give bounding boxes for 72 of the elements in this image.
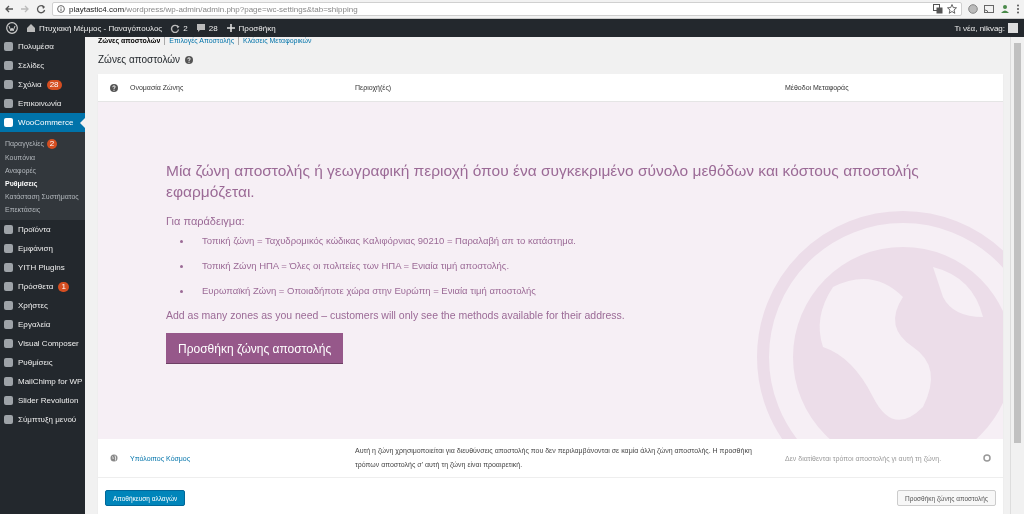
- new-content-link[interactable]: Προσθήκη: [225, 23, 276, 33]
- example-item: Ευρωπαϊκή Ζώνη = Οποιαδήποτε χώρα στην Ευρώπη = Ενιαία τιμή αποστολής: [202, 284, 536, 298]
- settings-icon[interactable]: [983, 454, 991, 462]
- square-icon: [4, 415, 13, 425]
- square-icon: [4, 99, 13, 108]
- comment-icon: [195, 23, 206, 33]
- count-badge: 2: [46, 139, 58, 149]
- url-text: playtastic4.com/wordpress/wp-admin/admin.php?page=wc-settings&tab=shipping: [69, 4, 358, 14]
- star-icon[interactable]: [947, 4, 957, 14]
- globe-icon: [110, 454, 118, 462]
- square-icon: [4, 118, 13, 127]
- sidebar-item[interactable]: Ρυθμίσεις: [0, 353, 85, 373]
- square-icon: [4, 377, 13, 387]
- wordpress-logo-icon[interactable]: [6, 22, 18, 34]
- square-icon: [4, 282, 13, 292]
- home-icon: [26, 23, 36, 33]
- square-icon: [4, 320, 13, 330]
- help-icon[interactable]: [185, 55, 194, 64]
- updates-icon: [170, 23, 181, 33]
- sidebar-item[interactable]: Προϊόντα: [0, 220, 85, 240]
- page-heading: Ζώνες αποστολών: [98, 54, 181, 66]
- reload-icon[interactable]: [36, 4, 46, 14]
- count-badge: 28: [46, 79, 62, 90]
- sidebar-item[interactable]: YITH Plugins: [0, 258, 85, 278]
- sidebar-item[interactable]: Επικοινωνία: [0, 94, 85, 113]
- square-icon: [4, 61, 13, 70]
- square-icon: [4, 225, 13, 235]
- sidebar-item[interactable]: Slider Revolution: [0, 391, 85, 411]
- sidebar-item[interactable]: Πολυμέσα: [0, 37, 85, 56]
- sidebar-item[interactable]: Σύμπτυξη μενού: [0, 410, 85, 430]
- info-icon[interactable]: [57, 5, 65, 13]
- updates-link[interactable]: 2: [170, 23, 188, 33]
- sidebar-item[interactable]: MailChimp for WP: [0, 372, 85, 392]
- sidebar-item[interactable]: Εργαλεία: [0, 315, 85, 335]
- square-icon: [4, 339, 13, 349]
- avatar-icon: [1008, 23, 1018, 33]
- person-icon[interactable]: [1000, 4, 1010, 14]
- sidebar-item[interactable]: Εμφάνιση: [0, 239, 85, 259]
- translate-icon[interactable]: [933, 4, 943, 14]
- square-icon: [4, 263, 13, 273]
- square-icon: [4, 301, 13, 311]
- comments-link[interactable]: 28: [195, 23, 218, 33]
- sidebar-item[interactable]: Visual Composer: [0, 334, 85, 354]
- scrollbar-thumb[interactable]: [1014, 43, 1021, 443]
- example-item: Τοπική ζώνη = Ταχυδρομικός κώδικας Καλιφόρνιας 90210 = Παραλαβή απ το κατάστημα.: [202, 234, 576, 248]
- help-icon[interactable]: [110, 83, 118, 92]
- cast-icon[interactable]: [984, 4, 994, 14]
- address-bar[interactable]: playtastic4.com/wordpress/wp-admin/admin.php?page=wc-settings&tab=shipping: [52, 2, 962, 16]
- square-icon: [4, 396, 13, 406]
- square-icon: [4, 358, 13, 368]
- intro-text: Μία ζώνη αποστολής ή γεωγραφική περιοχή όπου ένα συγκεκριμένο σύνολο μεθόδων και κόστους αποστολής εφαρμόζεται.: [166, 161, 920, 202]
- back-icon[interactable]: [4, 4, 14, 14]
- note-text: Add as many zones as you need – customers will only see the methods available for their address.: [166, 309, 626, 321]
- account-link[interactable]: Τι νέα, nikvag:: [954, 23, 1018, 33]
- sidebar-item[interactable]: Σελίδες: [0, 56, 85, 75]
- bullet-icon: [180, 264, 183, 268]
- bullet-icon: [180, 289, 183, 293]
- square-icon: [4, 42, 13, 51]
- square-icon: [4, 80, 13, 89]
- square-icon: [4, 244, 13, 254]
- bullet-icon: [180, 239, 183, 243]
- add-zone-button[interactable]: Προσθήκη ζώνης αποστολής: [166, 333, 344, 364]
- sidebar-item[interactable]: Χρήστες: [0, 296, 85, 316]
- count-badge: 1: [58, 281, 69, 292]
- example-item: Τοπική Ζώνη ΗΠΑ = Όλες οι πολιτείες των ΗΠΑ = Ενιαία τιμή αποστολής.: [202, 259, 510, 273]
- menu-icon[interactable]: [1016, 4, 1020, 14]
- sidebar-item[interactable]: Πρόσθετα 1: [0, 277, 85, 297]
- site-name-link[interactable]: Πτυχιακή Μέμμος - Παναγόπουλος: [26, 23, 163, 33]
- sidebar-item[interactable]: WooCommerce: [0, 113, 85, 132]
- example-label: Για παράδειγμα:: [166, 215, 246, 227]
- plus-icon: [225, 23, 236, 33]
- sidebar-item[interactable]: Σχόλια 28: [0, 75, 85, 94]
